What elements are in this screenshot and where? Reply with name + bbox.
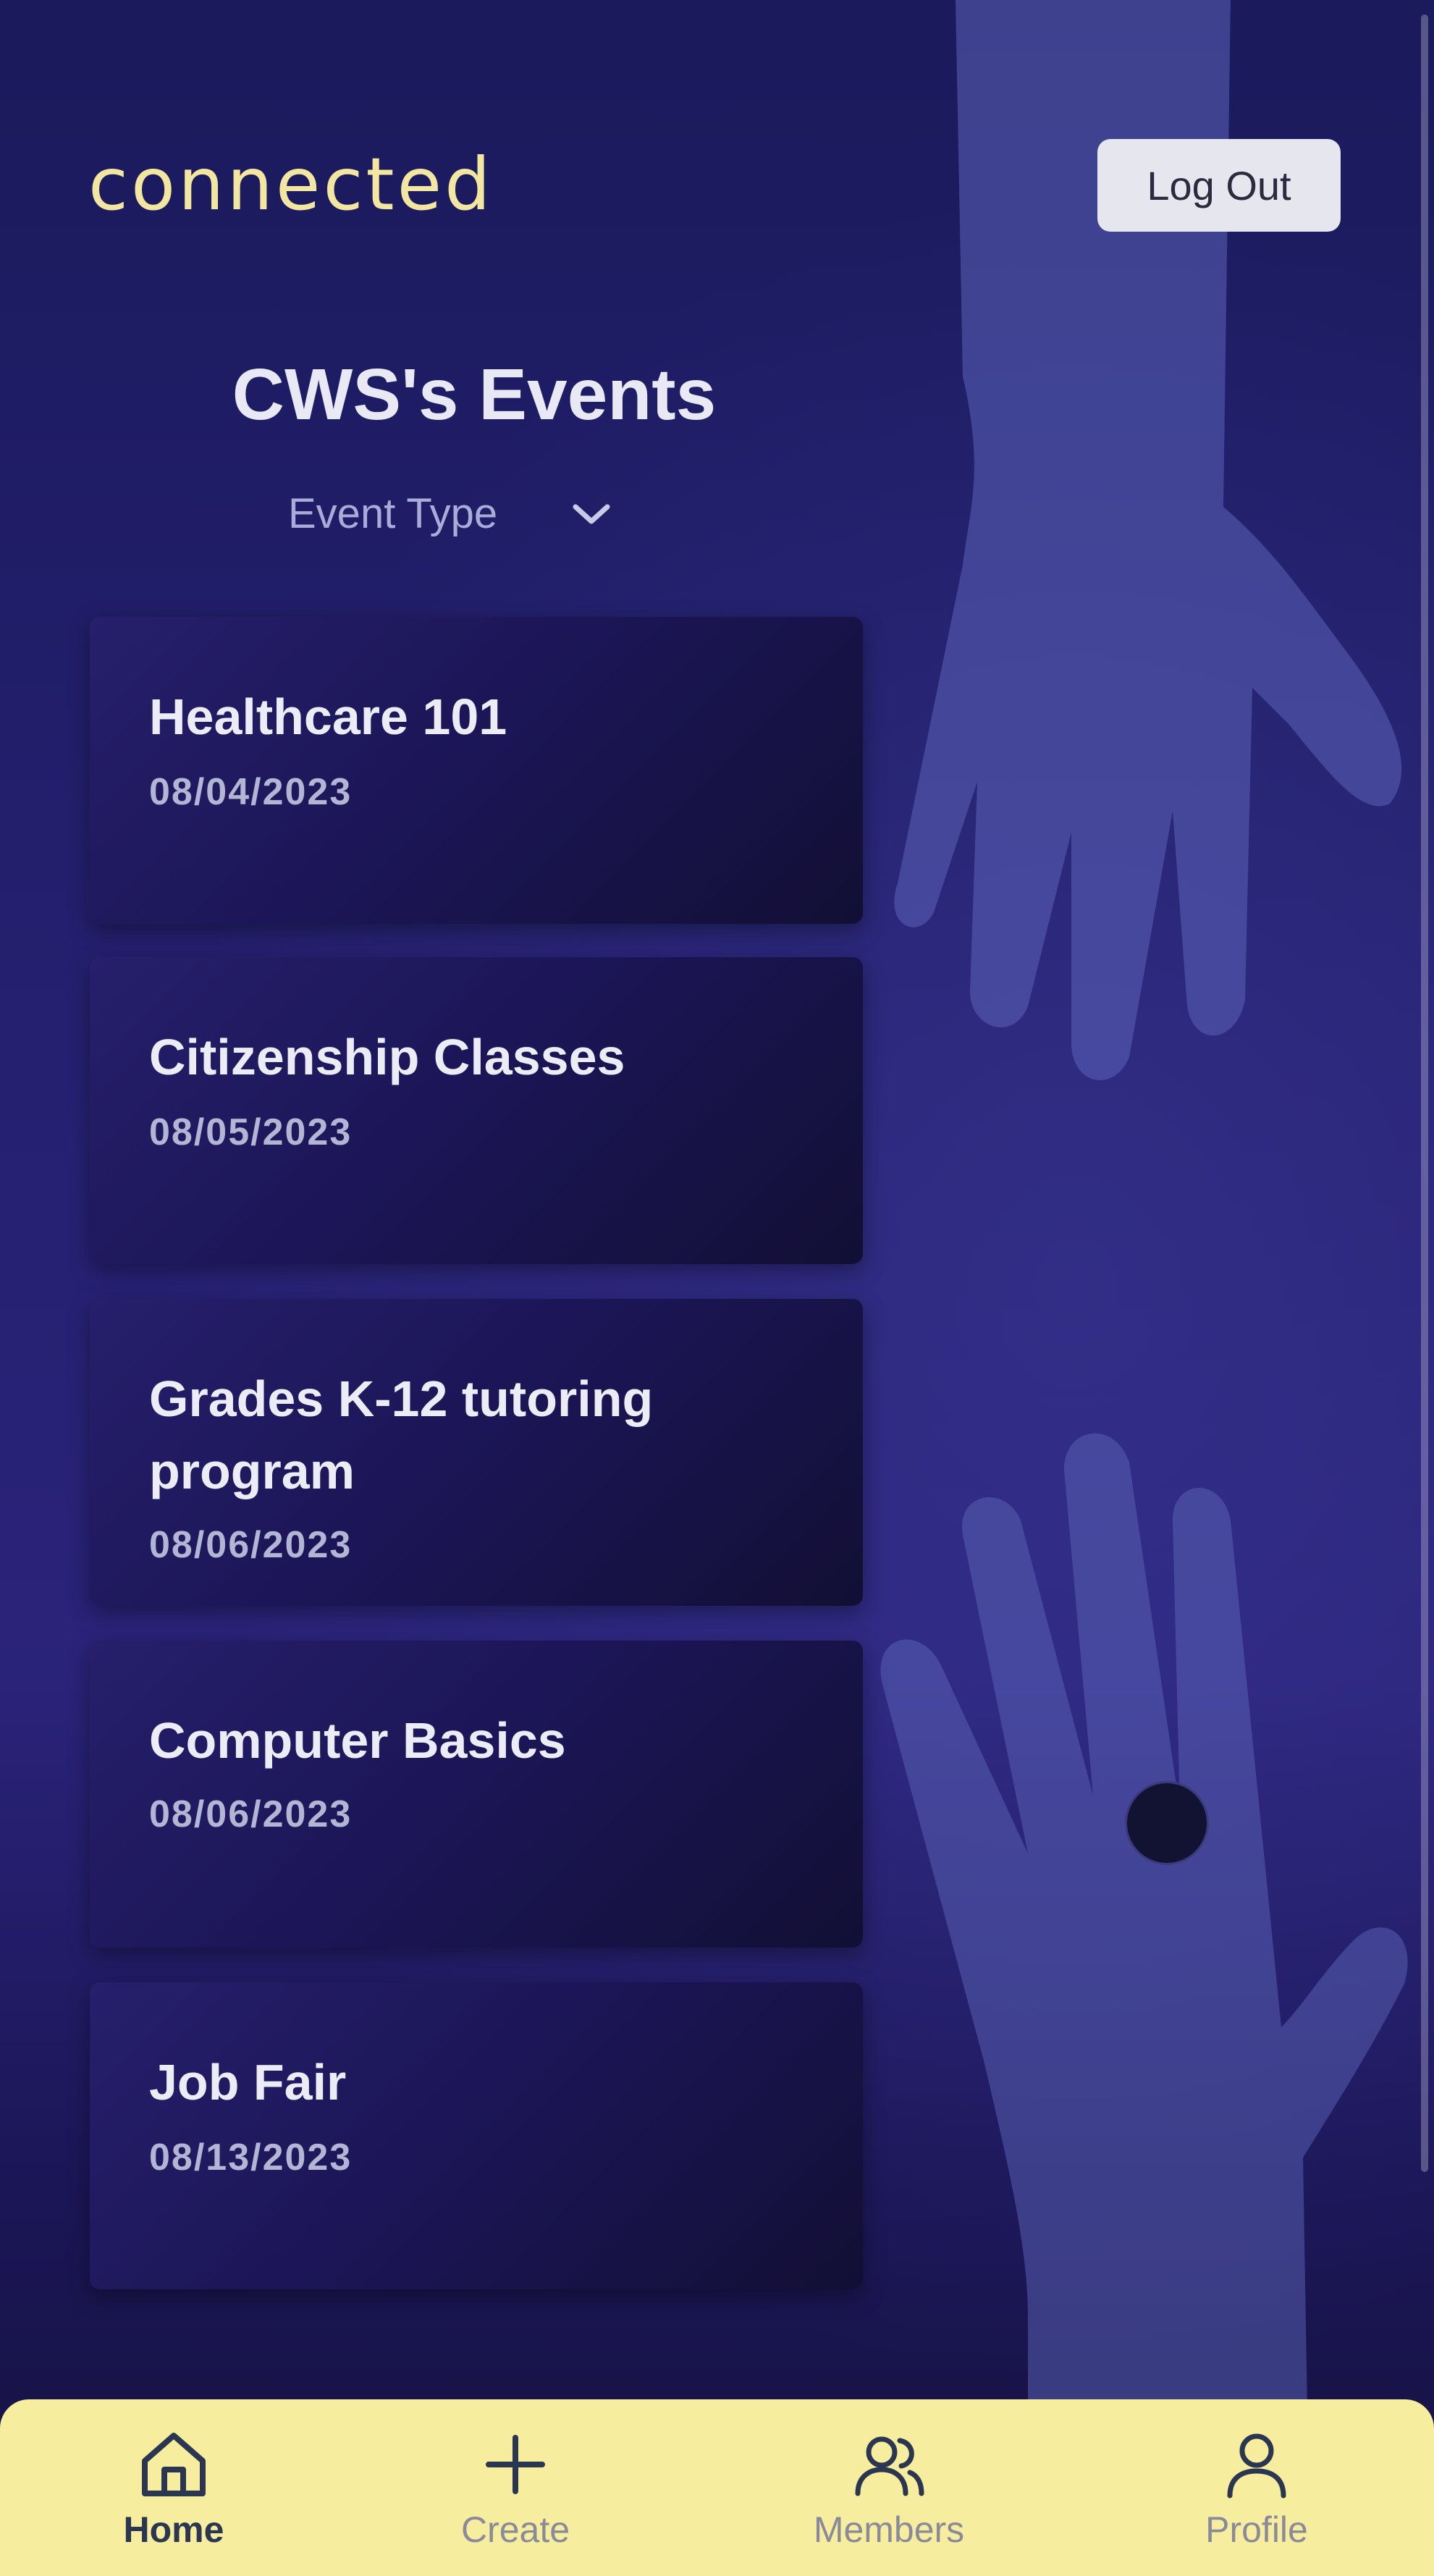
event-type-dropdown[interactable]: Event Type: [288, 489, 613, 538]
bottom-navigation: Home Create Members Profile: [0, 2399, 1434, 2576]
nav-label-profile: Profile: [1205, 2509, 1308, 2550]
app-logo: connected: [88, 142, 494, 227]
event-title: Citizenship Classes: [149, 1029, 625, 1085]
home-icon: [142, 2433, 206, 2496]
event-card-tutoring-program[interactable]: Grades K-12 tutoring program 08/06/2023: [90, 1299, 863, 1606]
event-title: Grades K-12 tutoring program: [149, 1371, 654, 1499]
event-card-citizenship-classes[interactable]: Citizenship Classes 08/05/2023: [90, 957, 863, 1264]
plus-icon: [486, 2435, 545, 2494]
event-date: 08/06/2023: [149, 1793, 353, 1835]
event-type-label: Event Type: [288, 490, 498, 537]
event-card-healthcare-101[interactable]: Healthcare 101 08/04/2023: [90, 617, 863, 924]
event-date: 08/05/2023: [149, 1111, 353, 1153]
touch-indicator: [1125, 1781, 1209, 1865]
log-out-button[interactable]: Log Out: [1097, 139, 1341, 232]
event-card-computer-basics[interactable]: Computer Basics 08/06/2023: [90, 1641, 863, 1948]
nav-label-create: Create: [460, 2509, 570, 2550]
event-title: Job Fair: [149, 2054, 347, 2110]
nav-item-create[interactable]: Create: [407, 2399, 624, 2576]
event-title: Healthcare 101: [149, 689, 507, 745]
events-screen: connected Log Out CWS's Events Event Typ…: [0, 0, 1434, 2576]
members-icon: [855, 2436, 924, 2496]
nav-item-profile[interactable]: Profile: [1148, 2399, 1365, 2576]
event-date: 08/13/2023: [149, 2137, 353, 2179]
event-title: Computer Basics: [149, 1712, 566, 1769]
profile-icon: [1227, 2433, 1286, 2499]
event-date: 08/06/2023: [149, 1524, 353, 1566]
event-date: 08/04/2023: [149, 771, 353, 813]
scrollbar[interactable]: [1421, 14, 1428, 2172]
nav-item-home[interactable]: Home: [65, 2399, 282, 2576]
nav-label-home: Home: [123, 2509, 224, 2550]
chevron-down-icon: [573, 504, 610, 523]
event-card-job-fair[interactable]: Job Fair 08/13/2023: [90, 1982, 863, 2289]
nav-label-members: Members: [813, 2509, 965, 2550]
nav-item-members[interactable]: Members: [780, 2399, 998, 2576]
page-title: CWS's Events: [232, 354, 717, 435]
